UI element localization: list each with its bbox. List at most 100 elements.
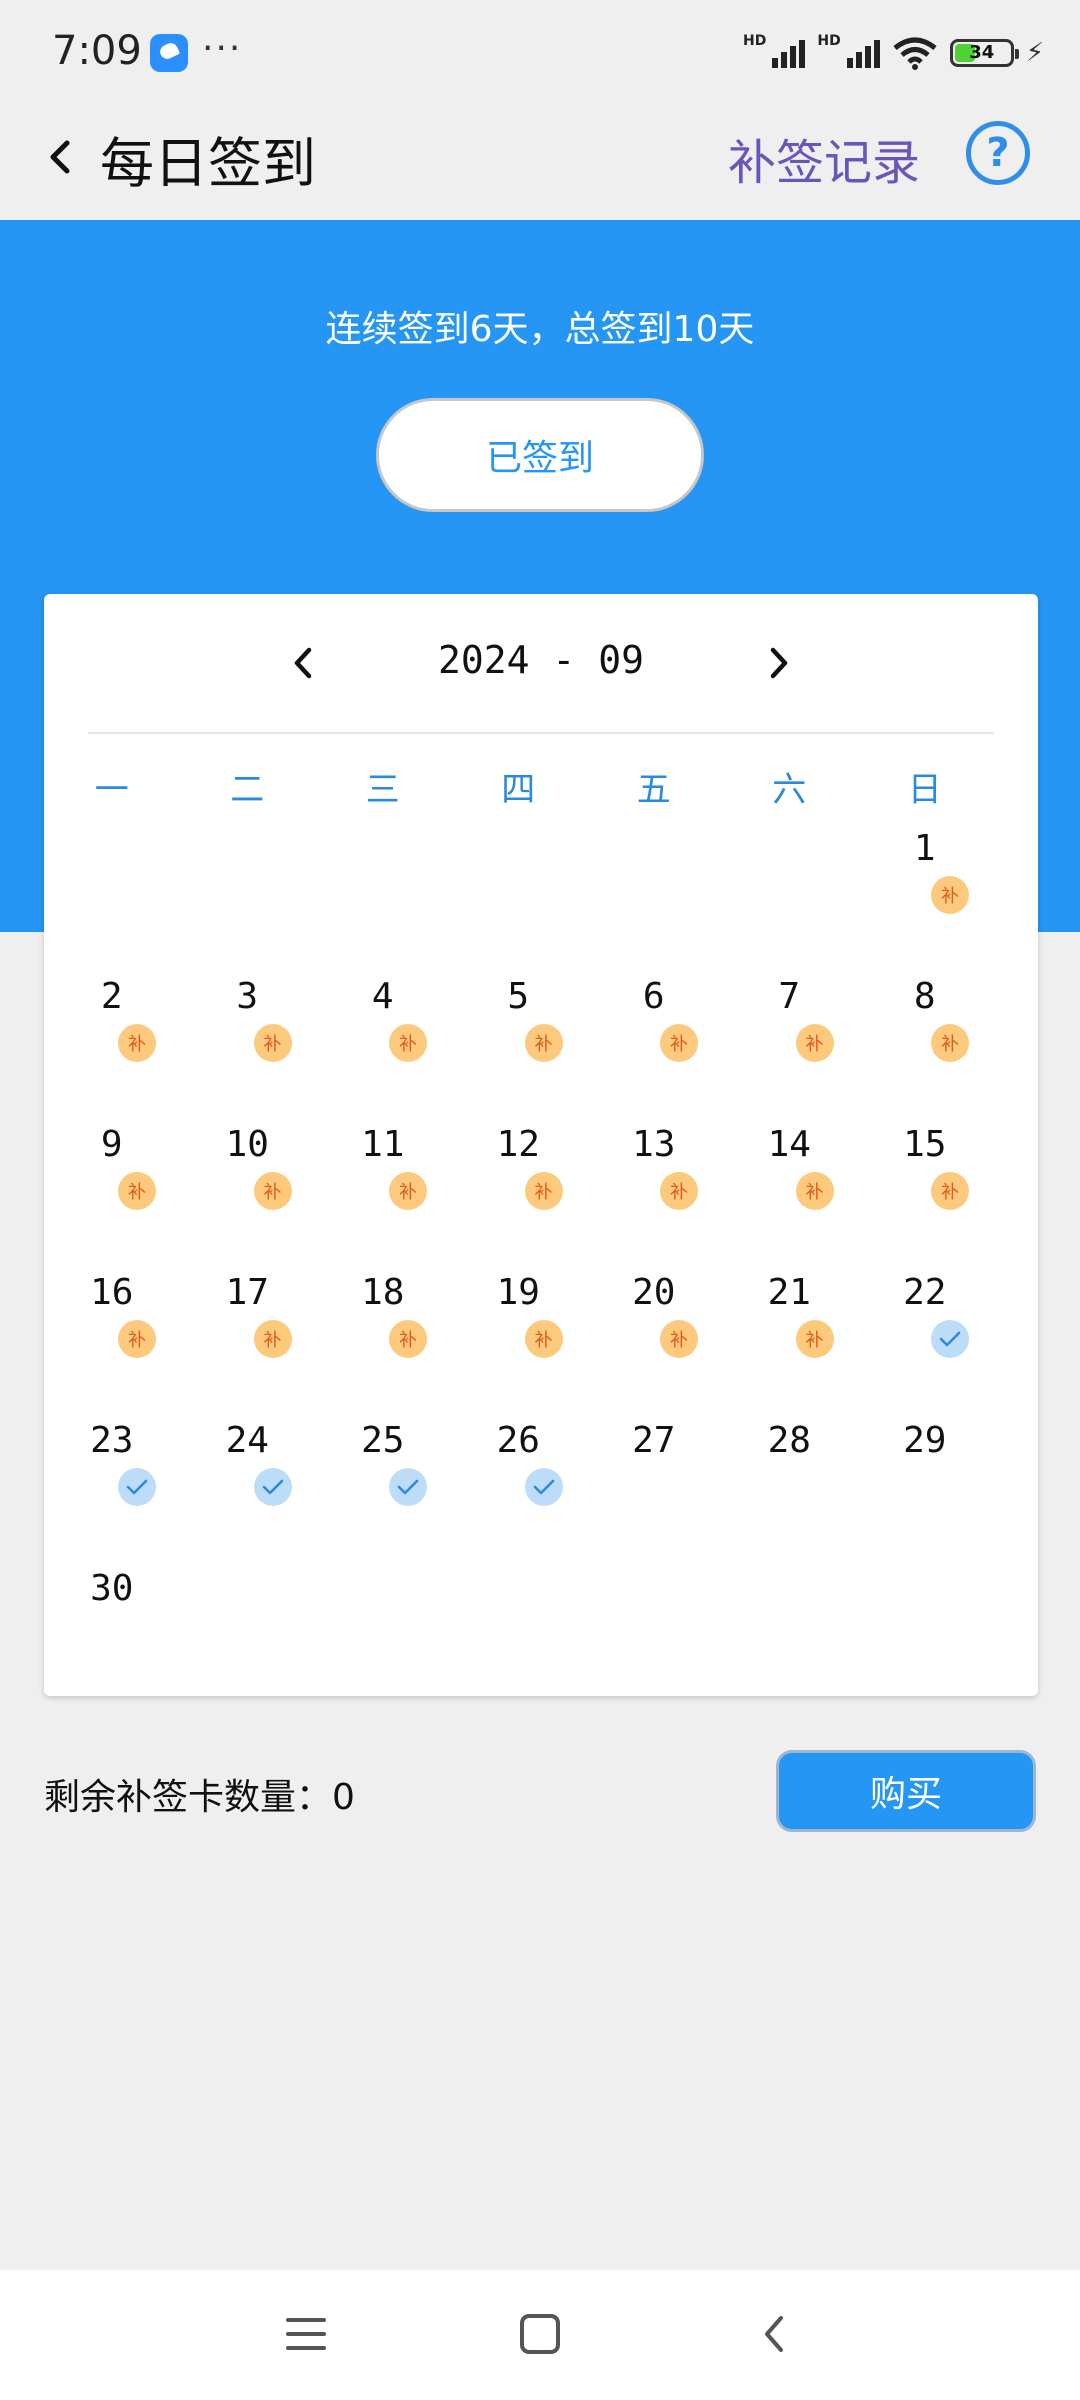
nav-back-button[interactable] bbox=[742, 2302, 806, 2366]
calendar-day[interactable]: 7补 bbox=[722, 954, 858, 1102]
help-button[interactable]: ? bbox=[966, 121, 1030, 185]
day-number: 3 bbox=[236, 976, 259, 1017]
battery-level: 34 bbox=[969, 42, 995, 63]
day-number: 30 bbox=[90, 1568, 134, 1609]
calendar-day[interactable]: 1补 bbox=[857, 806, 993, 954]
makeup-badge: 补 bbox=[524, 1320, 563, 1358]
makeup-badge: 补 bbox=[389, 1320, 427, 1358]
current-month: 2024 - 09 bbox=[438, 638, 644, 682]
calendar-day[interactable]: 18 补 bbox=[315, 1250, 451, 1398]
status-bar: 7:09 ··· HD HD 34 ⚡ bbox=[0, 0, 1080, 105]
calendar-day[interactable]: 16 补 bbox=[44, 1250, 180, 1398]
makeup-badge: 补 bbox=[253, 1172, 292, 1210]
system-nav-bar bbox=[0, 2270, 1080, 2400]
day-number: 19 bbox=[496, 1272, 540, 1313]
calendar-day[interactable]: 9补 bbox=[44, 1102, 180, 1250]
calendar-day[interactable]: 2补 bbox=[44, 954, 180, 1102]
day-number: 13 bbox=[632, 1124, 676, 1165]
calendar-day[interactable]: 23 bbox=[44, 1398, 180, 1546]
app-header: 每日签到 补签记录 ? bbox=[0, 105, 1080, 220]
day-number: 9 bbox=[100, 1124, 123, 1165]
weekday-label: 五 bbox=[636, 770, 671, 810]
calendar-day[interactable]: 15 补 bbox=[857, 1102, 993, 1250]
calendar-card: 2024 - 09 一二三四五六日 1 补 2 补 3 补 4 补 5 补 6 补 7 补 8 补 9 补 10 补 1… bbox=[44, 594, 1038, 1696]
day-number: 23 bbox=[90, 1420, 134, 1461]
calendar-day[interactable]: 28 bbox=[722, 1398, 858, 1546]
signal-icon bbox=[772, 38, 806, 68]
makeup-cards-count: 剩余补签卡数量：0 bbox=[44, 1777, 355, 1818]
day-number: 22 bbox=[903, 1272, 947, 1313]
makeup-badge: 补 bbox=[253, 1320, 292, 1358]
day-number: 17 bbox=[225, 1272, 269, 1313]
chevron-left-icon bbox=[50, 140, 70, 174]
day-number: 5 bbox=[507, 976, 530, 1017]
calendar-day[interactable]: 12 补 bbox=[451, 1102, 587, 1250]
day-number: 10 bbox=[225, 1124, 269, 1165]
calendar-day[interactable]: 5补 bbox=[451, 954, 587, 1102]
buy-button[interactable]: 购买 bbox=[776, 1750, 1036, 1832]
day-number: 14 bbox=[767, 1124, 811, 1165]
calendar-day[interactable]: 22 bbox=[857, 1250, 993, 1398]
weekday-label: 二 bbox=[230, 770, 265, 810]
calendar-day[interactable]: 26 bbox=[451, 1398, 587, 1546]
calendar-day[interactable]: 6补 bbox=[586, 954, 722, 1102]
calendar-day[interactable]: 19 补 bbox=[451, 1250, 587, 1398]
menu-button[interactable] bbox=[274, 2302, 338, 2366]
signin-summary: 连续签到6天，总签到10天 bbox=[325, 309, 755, 350]
makeup-badge: 补 bbox=[389, 1024, 427, 1062]
day-number: 11 bbox=[361, 1124, 405, 1165]
signed-check-icon bbox=[524, 1468, 563, 1506]
makeup-badge: 补 bbox=[931, 876, 969, 914]
day-number: 28 bbox=[767, 1420, 811, 1461]
signed-button[interactable]: 已签到 bbox=[376, 398, 704, 512]
menu-icon bbox=[286, 2318, 326, 2350]
weekday-label: 一 bbox=[94, 770, 129, 810]
day-number: 6 bbox=[642, 976, 665, 1017]
makeup-badge: 补 bbox=[660, 1320, 698, 1358]
day-number: 25 bbox=[361, 1420, 405, 1461]
day-number: 4 bbox=[371, 976, 394, 1017]
day-number: 29 bbox=[903, 1420, 947, 1461]
calendar-day[interactable]: 25 bbox=[315, 1398, 451, 1546]
weekday-label: 六 bbox=[772, 770, 807, 810]
calendar-day[interactable]: 30 bbox=[44, 1546, 180, 1694]
calendar-day[interactable]: 11 补 bbox=[315, 1102, 451, 1250]
signed-check-icon bbox=[118, 1468, 156, 1506]
makeup-badge: 补 bbox=[524, 1172, 563, 1210]
day-number: 20 bbox=[632, 1272, 676, 1313]
signed-check-icon bbox=[389, 1468, 427, 1506]
month-navigation: 2024 - 09 bbox=[88, 594, 994, 734]
chevron-right-icon bbox=[770, 647, 788, 679]
makeup-badge: 补 bbox=[795, 1172, 834, 1210]
weekday-header: 一二三四五六日 bbox=[44, 762, 1038, 811]
makeup-badge: 补 bbox=[118, 1024, 156, 1062]
back-arrow-icon bbox=[765, 2316, 783, 2352]
next-month-button[interactable] bbox=[754, 638, 804, 688]
weekday-label: 三 bbox=[365, 770, 400, 810]
signal-icon-2 bbox=[846, 38, 880, 68]
calendar-day[interactable]: 10 补 bbox=[180, 1102, 316, 1250]
calendar-day[interactable]: 8补 bbox=[857, 954, 993, 1102]
calendar-day[interactable]: 20 补 bbox=[586, 1250, 722, 1398]
makeup-record-link[interactable]: 补签记录 bbox=[728, 123, 920, 193]
makeup-badge: 补 bbox=[795, 1320, 834, 1358]
calendar-day[interactable]: 14 补 bbox=[722, 1102, 858, 1250]
makeup-badge: 补 bbox=[118, 1172, 156, 1210]
day-number: 1 bbox=[913, 828, 936, 869]
calendar-day[interactable]: 13 补 bbox=[586, 1102, 722, 1250]
day-number: 16 bbox=[90, 1272, 134, 1313]
calendar-day[interactable]: 17 补 bbox=[180, 1250, 316, 1398]
day-number: 15 bbox=[903, 1124, 947, 1165]
charging-icon: ⚡ bbox=[1025, 38, 1044, 68]
day-number: 2 bbox=[100, 976, 123, 1017]
calendar-day[interactable]: 4补 bbox=[315, 954, 451, 1102]
calendar-day[interactable]: 29 bbox=[857, 1398, 993, 1546]
home-button[interactable] bbox=[508, 2302, 572, 2366]
calendar-day[interactable]: 21 补 bbox=[722, 1250, 858, 1398]
calendar-day[interactable]: 24 bbox=[180, 1398, 316, 1546]
hd-label-2: HD bbox=[817, 33, 841, 49]
calendar-day[interactable]: 27 bbox=[586, 1398, 722, 1546]
day-number: 8 bbox=[913, 976, 936, 1017]
calendar-day[interactable]: 3补 bbox=[180, 954, 316, 1102]
back-button[interactable] bbox=[30, 127, 90, 187]
